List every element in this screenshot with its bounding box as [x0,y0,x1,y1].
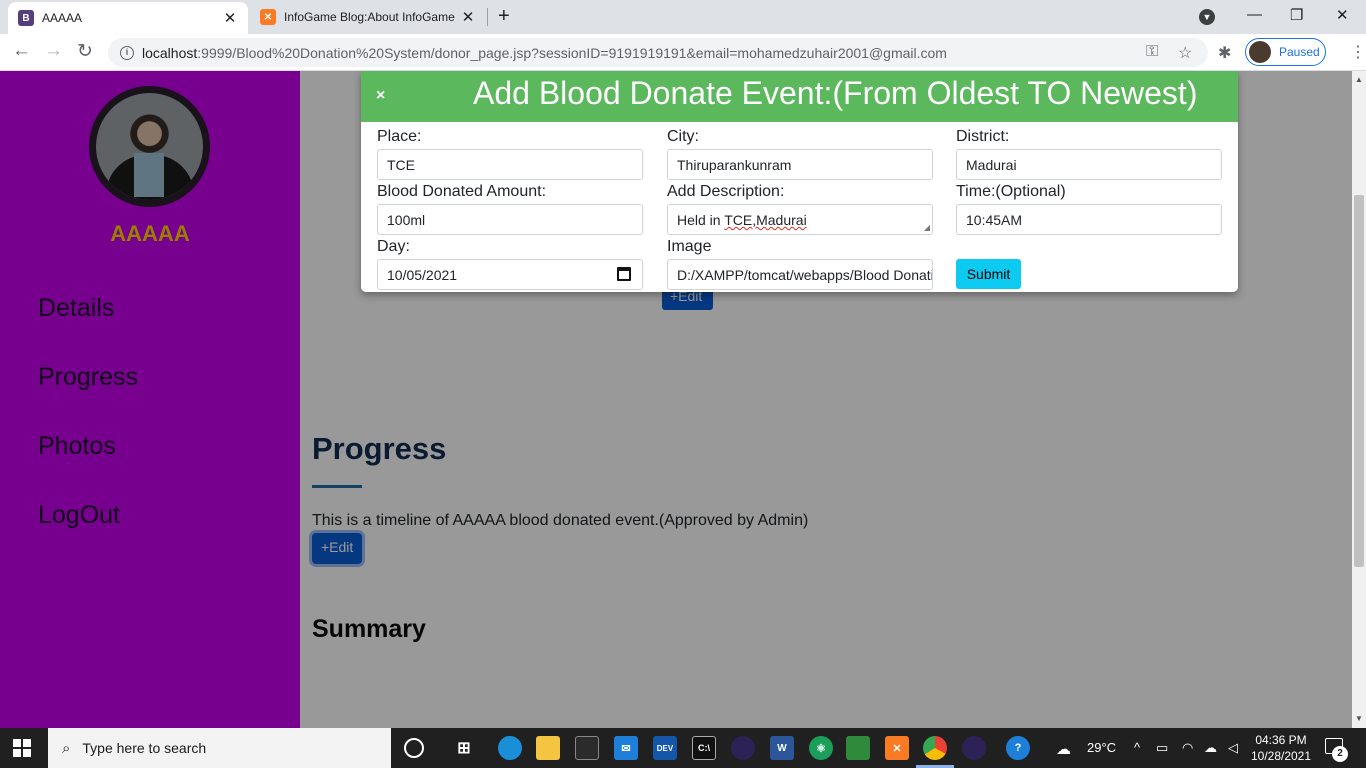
page-scrollbar[interactable]: ▲ ▼ [1352,71,1366,728]
description-text-prefix: Held in [677,212,725,228]
tab-title: AAAAA [42,11,83,25]
chrome-icon[interactable] [923,736,947,760]
day-value: 10/05/2021 [387,267,458,283]
volume-icon[interactable]: ◁ [1228,740,1238,756]
url-host: localhost [142,44,198,61]
tray-chevron-icon[interactable]: ^ [1134,740,1140,755]
weather-cloud-icon[interactable]: ☁ [1056,740,1071,758]
tab-infogame-blog[interactable]: ✕ InfoGame Blog:About InfoGame ✕ [250,0,486,34]
tab-title: InfoGame Blog:About InfoGame [284,10,455,24]
new-tab-icon[interactable]: + [498,5,510,28]
xampp-favicon-icon: ✕ [260,9,276,25]
taskbar-clock[interactable]: 04:36 PM 10/28/2021 [1250,732,1312,764]
resize-handle-icon[interactable]: ◢ [924,223,930,232]
atom-icon[interactable]: ⚛ [809,736,833,760]
menu-kebab-icon[interactable]: ⋮ [1350,42,1366,62]
browser-tab-bar: B AAAAA ✕ ✕ InfoGame Blog:About InfoGame… [0,0,1366,34]
day-label: Day: [377,238,410,255]
scroll-down-icon[interactable]: ▼ [1355,714,1363,723]
wifi-icon[interactable]: ◠ [1182,740,1193,756]
edge-browser-icon[interactable] [498,736,522,760]
district-label: District: [956,128,1010,145]
key-icon[interactable]: ⚿ [1146,43,1158,61]
file-explorer-icon[interactable] [536,736,560,760]
notepad-plus-icon[interactable] [846,736,870,760]
back-icon[interactable]: ← [12,40,31,62]
taskbar-search-placeholder: Type here to search [82,740,207,756]
modal-header: × Add Blood Donate Event:(From Oldest TO… [361,71,1238,122]
modal-close-icon[interactable]: × [376,87,385,105]
eclipse-ee-icon[interactable] [962,736,986,760]
forward-icon[interactable]: → [44,40,63,62]
taskbar-search-box[interactable]: ⌕ Type here to search [48,728,391,768]
time-input[interactable]: 10:45AM [956,204,1222,235]
city-input[interactable]: Thiruparankunram [667,149,933,180]
clock-time: 04:36 PM [1255,733,1307,747]
page-viewport: AAAAA Details Progress Photos LogOut +Ed… [0,71,1366,728]
url-path: :9999/Blood%20Donation%20System/donor_pa… [197,44,947,61]
help-icon[interactable]: ? [1006,736,1030,760]
restore-icon[interactable]: ❐ [1290,6,1303,24]
district-input[interactable]: Madurai [956,149,1222,180]
description-text-misspelled: TCE,Madurai [724,212,807,228]
bookmark-star-icon[interactable]: ☆ [1178,43,1192,63]
close-window-icon[interactable]: ✕ [1336,6,1349,24]
tab-aaaaa[interactable]: B AAAAA ✕ [8,2,248,34]
command-prompt-icon[interactable]: C:\ [692,736,716,760]
onedrive-icon[interactable]: ☁ [1204,740,1217,756]
tab-close-icon[interactable]: ✕ [460,8,476,26]
submit-button[interactable]: Submit [956,259,1021,289]
tab-separator [487,8,488,26]
notification-count: 2 [1332,746,1348,762]
temperature[interactable]: 29°C [1087,740,1116,755]
calendar-icon[interactable] [617,267,631,281]
day-date-input[interactable]: 10/05/2021 [377,259,643,290]
bootstrap-favicon-icon: B [18,10,34,26]
profile-avatar-icon [1249,41,1271,63]
tab-search-icon[interactable]: ▼ [1199,9,1215,25]
reload-icon[interactable]: ↻ [77,40,93,63]
image-path-input[interactable]: D:/XAMPP/tomcat/webapps/Blood Donation [667,259,933,290]
place-label: Place: [377,128,422,145]
word-icon[interactable]: W [770,736,794,760]
battery-icon[interactable]: ▭ [1156,740,1168,756]
search-icon: ⌕ [62,739,71,757]
cortana-icon[interactable] [404,738,424,758]
task-view-icon[interactable]: ⊞ [452,736,476,760]
mail-icon[interactable]: ✉ [614,736,638,760]
minimize-icon[interactable]: — [1247,6,1262,23]
description-label: Add Description: [667,183,785,200]
extensions-puzzle-icon[interactable]: ✱ [1218,43,1231,63]
address-bar[interactable]: i localhost:9999/Blood%20Donation%20Syst… [108,38,1208,67]
time-label: Time:(Optional) [956,183,1066,200]
amount-label: Blood Donated Amount: [377,183,547,200]
windows-start-icon[interactable] [13,739,31,757]
browser-toolbar: ← → ↻ i localhost:9999/Blood%20Donation%… [0,34,1366,71]
eclipse-icon[interactable] [731,736,755,760]
image-label: Image [667,238,712,255]
tab-close-icon[interactable]: ✕ [222,9,238,27]
profile-status: Paused [1279,45,1320,59]
description-textarea[interactable]: Held in TCE,Madurai ◢ [667,204,933,235]
scroll-up-icon[interactable]: ▲ [1355,75,1363,84]
xampp-icon[interactable]: ✕ [885,736,909,760]
clock-date: 10/28/2021 [1250,749,1312,763]
add-event-modal: × Add Blood Donate Event:(From Oldest TO… [361,71,1238,292]
place-input[interactable]: TCE [377,149,643,180]
city-label: City: [667,128,699,145]
amount-input[interactable]: 100ml [377,204,643,235]
windows-taskbar: ⌕ Type here to search ⊞ ✉ DEV C:\ W ⚛ ✕ … [0,728,1366,768]
dev-cpp-icon[interactable]: DEV [653,736,677,760]
site-info-icon[interactable]: i [120,45,134,60]
microsoft-store-icon[interactable] [575,736,599,760]
modal-title: Add Blood Donate Event:(From Oldest TO N… [473,75,1198,111]
profile-paused-button[interactable]: Paused [1245,38,1326,66]
scroll-thumb[interactable] [1354,195,1364,567]
